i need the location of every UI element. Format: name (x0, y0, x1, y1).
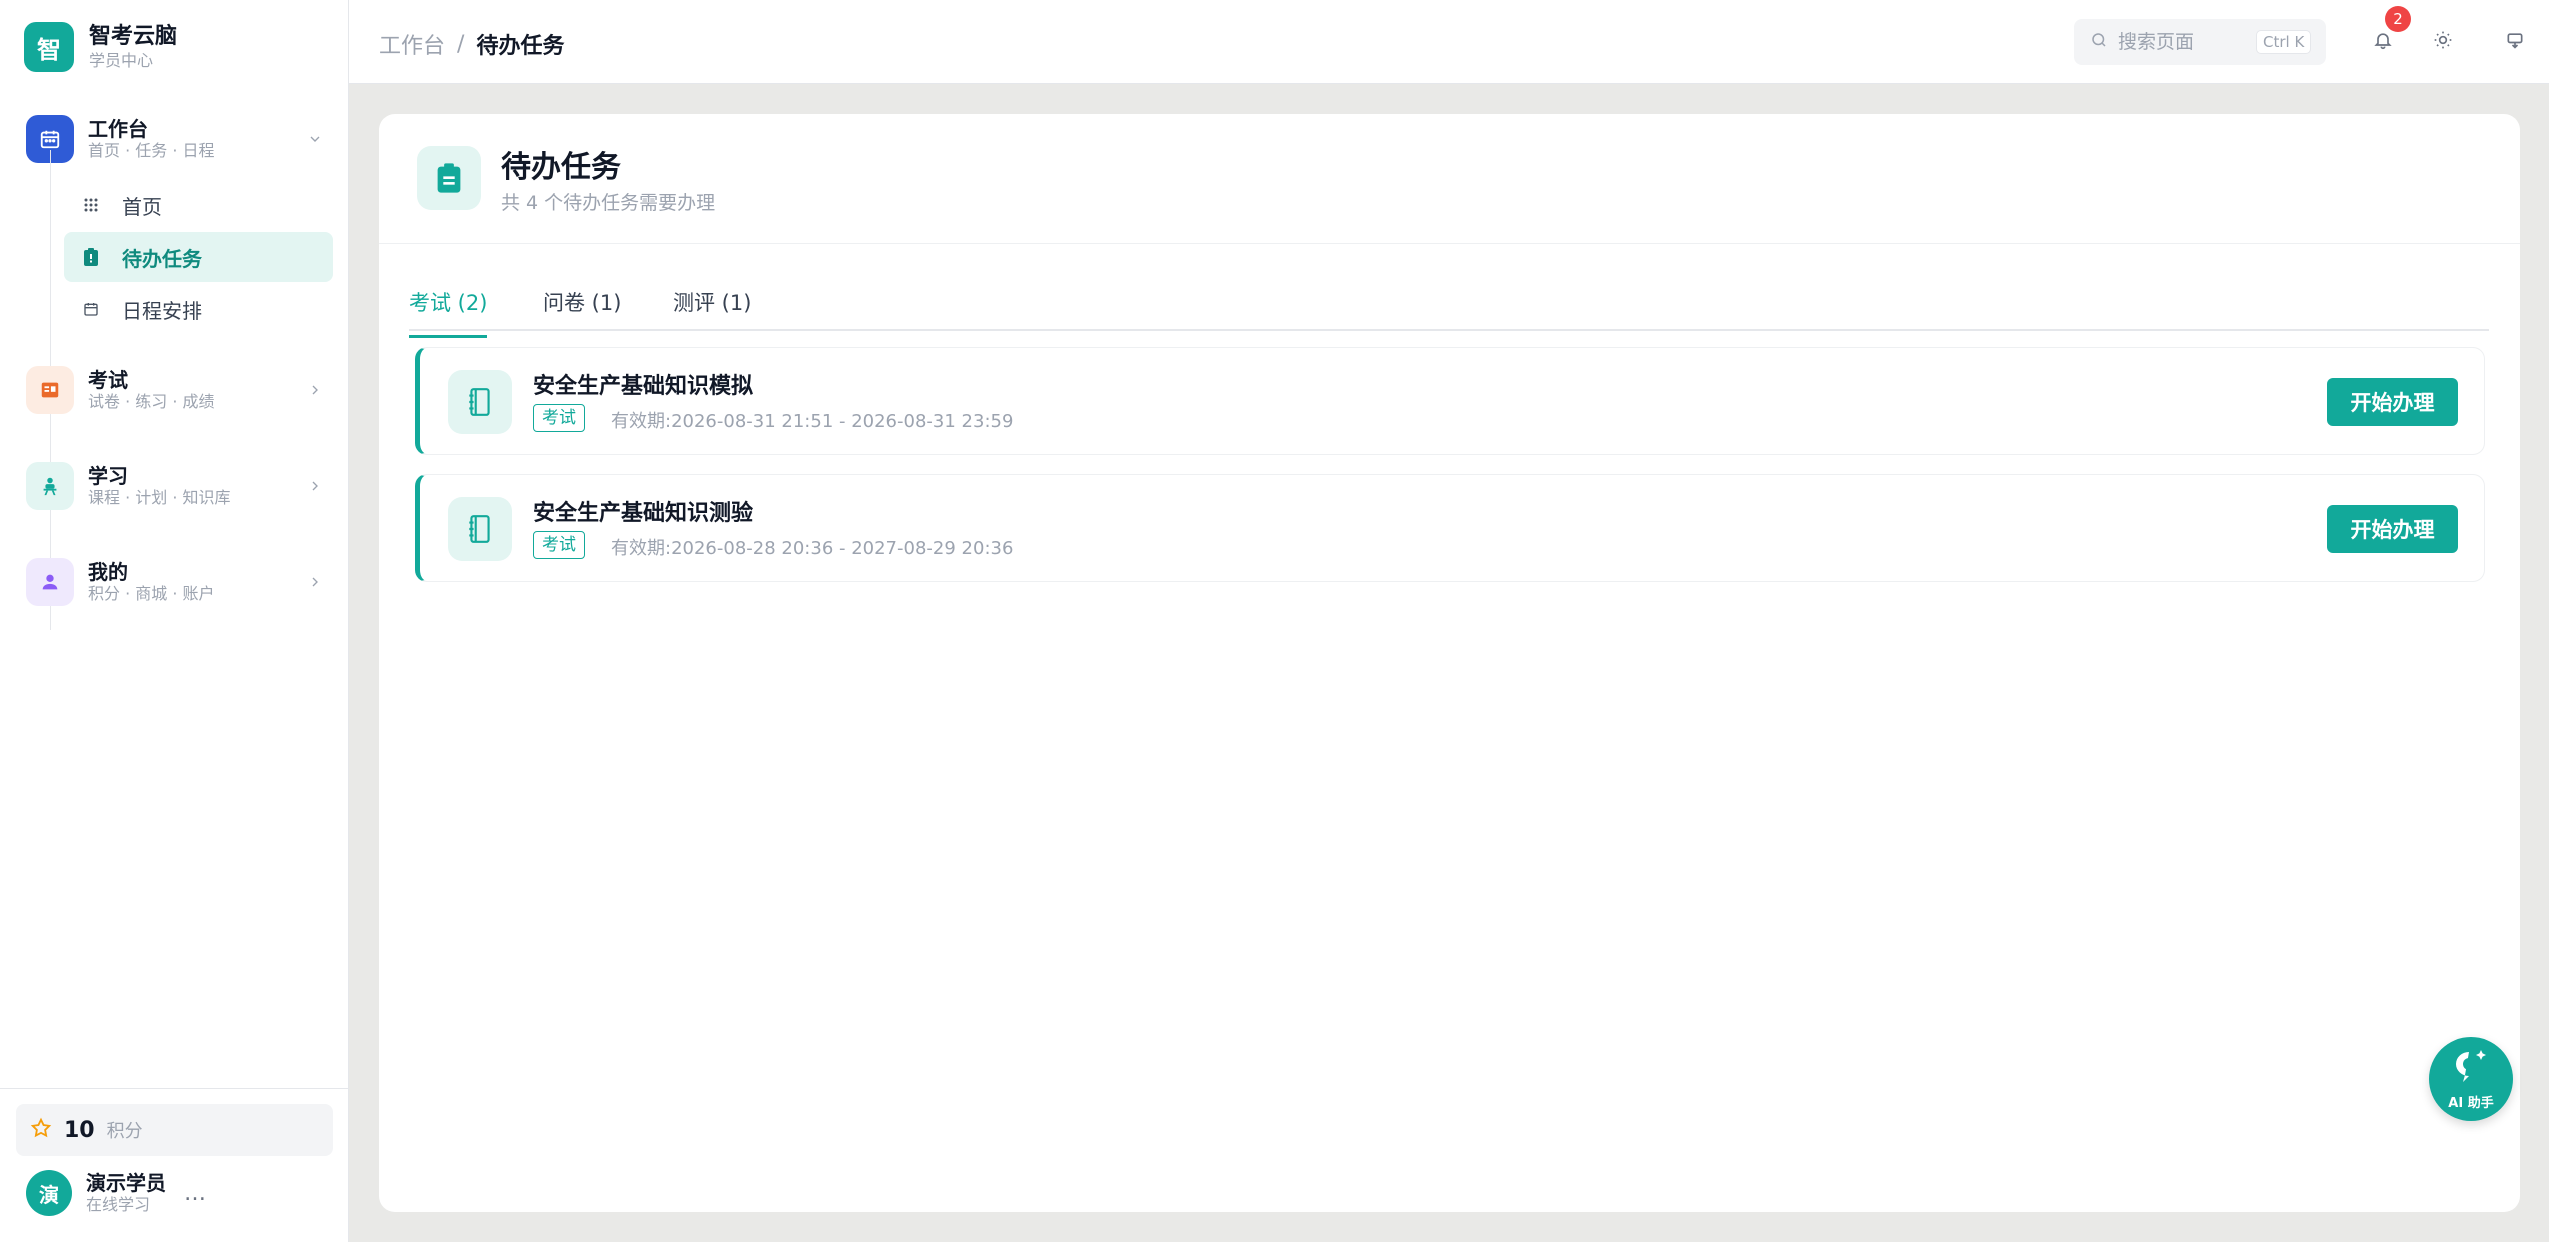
chevron-right-icon (304, 379, 326, 401)
sidebar-item-label: 待办任务 (122, 246, 202, 271)
notification-badge: 2 (2385, 6, 2411, 32)
points-card[interactable]: 10 积分 (16, 1104, 333, 1156)
sidebar-group-exam[interactable]: 考试 试卷 · 练习 · 成绩 (26, 365, 326, 415)
task-title: 安全生产基础知识测验 (533, 501, 754, 526)
grid-icon (82, 196, 100, 214)
task-item[interactable]: 安全生产基础知识测验 考试 有效期:2026-08-28 20:36 - 202… (415, 474, 2485, 582)
breadcrumb-root[interactable]: 工作台 (379, 28, 445, 60)
group-title: 学习 (88, 464, 128, 488)
start-task-button[interactable]: 开始办理 (2327, 378, 2458, 426)
user-profile[interactable]: 演 演示学员 在线学习 … (26, 1170, 207, 1216)
points-label: 积分 (106, 1121, 143, 1142)
search-input[interactable] (2118, 31, 2248, 53)
tab-survey[interactable]: 问卷 (1) (543, 287, 621, 335)
user-name: 演示学员 (86, 1171, 166, 1195)
group-sub: 积分 · 商城 · 账户 (88, 584, 215, 603)
clipboard-icon (417, 146, 481, 210)
breadcrumb: 工作台 / 待办任务 (379, 28, 564, 60)
user-icon (26, 558, 74, 606)
avatar: 演 (26, 1170, 72, 1216)
group-sub: 课程 · 计划 · 知识库 (88, 488, 231, 507)
ai-assistant-label: AI 助手 (2448, 1095, 2494, 1111)
breadcrumb-separator: / (457, 31, 465, 57)
bell-icon (2373, 30, 2393, 54)
search-shortcut: Ctrl K (2256, 30, 2312, 54)
sidebar-item-schedule[interactable]: 日程安排 (64, 284, 333, 334)
task-period: 有效期:2026-08-31 21:51 - 2026-08-31 23:59 (611, 411, 1014, 432)
sidebar-item-label: 首页 (122, 194, 162, 219)
exam-icon (26, 366, 74, 414)
clipboard-icon (82, 248, 100, 266)
tab-exam[interactable]: 考试 (2) (409, 287, 488, 338)
task-title: 安全生产基础知识模拟 (533, 374, 754, 399)
notebook-icon (448, 497, 512, 561)
page-subtitle: 共 4 个待办任务需要办理 (501, 192, 716, 214)
sidebar-group-mine[interactable]: 我的 积分 · 商城 · 账户 (26, 557, 326, 607)
group-title: 工作台 (88, 117, 148, 141)
sidebar-item-home[interactable]: 首页 (64, 180, 333, 230)
tab-assessment[interactable]: 测评 (1) (673, 287, 751, 335)
start-task-button[interactable]: 开始办理 (2327, 505, 2458, 553)
sidebar-item-todo[interactable]: 待办任务 (64, 232, 333, 282)
notification-button[interactable]: 2 (2363, 6, 2411, 62)
sidebar-group-workbench[interactable]: 工作台 首页 · 任务 · 日程 (26, 114, 326, 164)
ai-assistant-button[interactable]: AI 助手 (2429, 1037, 2513, 1121)
task-tabs: 考试 (2) 问卷 (1) 测评 (1) (409, 271, 2489, 338)
chevron-down-icon (304, 128, 326, 150)
notebook-icon (448, 370, 512, 434)
sidebar-item-label: 日程安排 (122, 298, 202, 323)
brand-name: 智考云脑 (89, 24, 178, 49)
sidebar: 智 智考云脑 学员中心 工作台 首页 · 任务 · 日程 首页 待办任务 日程安… (0, 0, 349, 1242)
task-period: 有效期:2026-08-28 20:36 - 2027-08-29 20:36 (611, 538, 1014, 559)
search-icon (2090, 31, 2108, 53)
breadcrumb-current: 待办任务 (476, 34, 565, 59)
page-title: 待办任务 (501, 150, 621, 185)
teacher-icon (26, 462, 74, 510)
sidebar-group-study[interactable]: 学习 课程 · 计划 · 知识库 (26, 461, 326, 511)
group-sub: 试卷 · 练习 · 成绩 (88, 392, 215, 411)
logout-icon (2505, 30, 2525, 54)
search-box[interactable]: Ctrl K (2074, 19, 2326, 65)
page-header: 待办任务 共 4 个待办任务需要办理 (379, 114, 2520, 244)
chevron-right-icon (304, 571, 326, 593)
chat-sparkle-icon (2451, 1048, 2491, 1088)
task-tag: 考试 (533, 531, 585, 559)
sun-icon (2433, 30, 2453, 54)
brand[interactable]: 智 智考云脑 学员中心 (24, 22, 177, 72)
points-value: 10 (64, 1117, 95, 1143)
more-icon[interactable]: … (184, 1181, 207, 1206)
star-icon (30, 1117, 52, 1143)
topbar: 工作台 / 待办任务 Ctrl K 2 (349, 0, 2549, 84)
logout-button[interactable] (2495, 22, 2535, 62)
calendar-small-icon (82, 300, 100, 318)
task-item[interactable]: 安全生产基础知识模拟 考试 有效期:2026-08-31 21:51 - 202… (415, 347, 2485, 455)
group-title: 我的 (88, 560, 128, 584)
task-tag: 考试 (533, 404, 585, 432)
theme-toggle-button[interactable] (2423, 22, 2463, 62)
group-title: 考试 (88, 368, 128, 392)
group-sub: 首页 · 任务 · 日程 (88, 141, 215, 160)
brand-logo: 智 (24, 22, 74, 72)
chevron-right-icon (304, 475, 326, 497)
brand-sub: 学员中心 (89, 51, 154, 70)
sidebar-divider (0, 1088, 349, 1089)
main-card: 待办任务 共 4 个待办任务需要办理 考试 (2) 问卷 (1) 测评 (1) … (379, 114, 2520, 1212)
user-status: 在线学习 (86, 1195, 151, 1214)
